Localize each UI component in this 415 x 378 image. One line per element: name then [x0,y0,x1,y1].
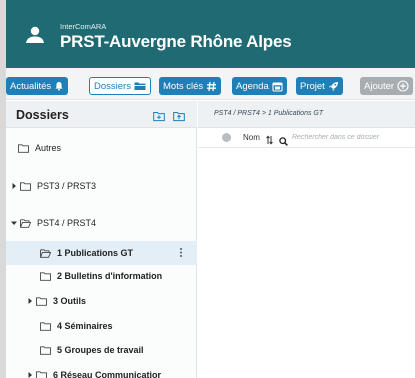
nav-agenda-label: Agenda [236,80,269,92]
nav-dossiers-button[interactable]: Dossiers [89,77,151,95]
breadcrumb-bar: PST4 / PRST4 > 1 Publications GT [198,101,415,128]
nav-mots-cles-label: Mots clés [163,80,204,92]
nav-mots-cles-button[interactable]: Mots clés [159,77,222,95]
tree-item-pst3-prst3[interactable]: PST3 / PRST3 [6,174,197,198]
tree-item-1-publications-gt[interactable]: 1 Publications GT [6,241,197,265]
tree-item-label: PST4 / PRST4 [37,218,97,228]
app-window: InterComARA PRST-Auvergne Rhône Alpes Ac… [6,0,415,378]
column-name-header[interactable]: Nom [243,133,260,142]
tree-item-label: 6 Réseau Communicatior [53,370,162,378]
more-options-icon[interactable] [179,247,183,258]
nav-dossiers-label: Dossiers [94,80,131,92]
tree-item-4-seminaires[interactable]: 4 Séminaires [6,314,197,338]
search-icon[interactable] [279,133,288,146]
org-title: PRST-Auvergne Rhône Alpes [60,32,292,51]
tree-item-3-outils[interactable]: 3 Outils [6,289,197,313]
folder-icon [40,321,51,331]
file-list-header: Nom [198,128,415,148]
tree-item-5-groupes[interactable]: 5 Groupes de travail [6,338,197,362]
folder-open-icon [40,248,52,258]
tree-item-2-bulletins[interactable]: 2 Bulletins d'information [6,264,197,288]
folder-open-icon [20,218,32,228]
nav-agenda-button[interactable]: Agenda [232,77,287,95]
plus-circle-icon [397,80,409,92]
folder-icon [36,370,47,378]
tree-item-6-reseau[interactable]: 6 Réseau Communicatior [6,363,197,378]
tree-item-label: 3 Outils [53,296,87,306]
tree-item-label: 5 Groupes de travail [57,345,144,355]
select-all-checkbox[interactable] [222,133,231,142]
tree-item-label: 4 Séminaires [57,321,113,331]
tree-item-label: 2 Bulletins d'information [57,271,163,281]
sidebar-header: Dossiers [6,101,197,128]
folders-sidebar: Dossiers Autres PST3 / PRST3 PST4 / PRST… [6,101,197,378]
app-header: InterComARA PRST-Auvergne Rhône Alpes [6,0,415,68]
chevron-right-icon[interactable] [10,182,18,190]
folder-icon [18,143,29,153]
calendar-icon [272,81,283,92]
nav-actualites-button[interactable]: Actualités [6,77,69,95]
folder-icon [36,296,47,306]
tree-item-label: 1 Publications GT [57,248,134,258]
nav-actualites-label: Actualités [10,80,52,92]
folder-search-input[interactable] [292,131,412,144]
upload-folder-icon[interactable] [173,109,185,122]
hashtag-icon [206,81,217,92]
rocket-icon [328,81,339,92]
org-subtitle: InterComARA [60,22,107,31]
folder-icon [134,81,146,91]
nav-ajouter-label: Ajouter [364,80,395,92]
breadcrumb[interactable]: PST4 / PRST4 > 1 Publications GT [214,110,323,117]
chevron-down-icon[interactable] [10,219,18,227]
bell-icon [54,81,64,91]
sort-icon[interactable] [266,132,273,145]
add-folder-icon[interactable] [153,109,165,122]
folder-content-panel: PST4 / PRST4 > 1 Publications GT Nom [198,101,415,378]
nav-projet-button[interactable]: Projet [296,77,343,95]
chevron-right-icon[interactable] [26,297,34,305]
folder-icon [20,181,31,191]
tree-item-pst4-prst4[interactable]: PST4 / PRST4 [6,211,197,235]
tree-item-label: Autres [35,143,62,153]
tree-item-autres[interactable]: Autres [6,136,197,160]
nav-projet-label: Projet [300,80,325,92]
folder-icon [40,345,51,355]
tree-item-label: PST3 / PRST3 [37,181,97,191]
user-icon[interactable] [24,24,46,46]
chevron-right-icon[interactable] [26,371,34,378]
nav-ajouter-button[interactable]: Ajouter [360,77,414,95]
main-nav: Actualités Dossiers Mots clés Agenda Pro… [6,68,415,100]
sidebar-title: Dossiers [16,108,69,122]
folder-icon [40,271,51,281]
